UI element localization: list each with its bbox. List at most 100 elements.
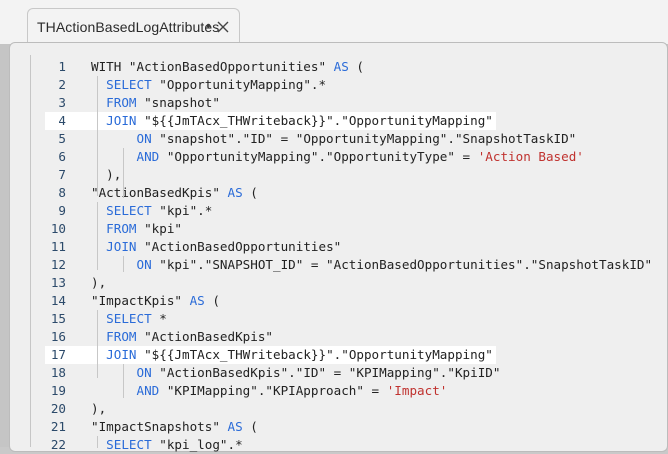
highlighted-code-line: 17 JOIN "${{JmTAcx_THWriteback}}"."Oppor…	[45, 346, 496, 364]
indent-guide	[97, 202, 98, 270]
code-token: ),	[91, 401, 107, 416]
code-token: "ActionBasedKpis"	[136, 329, 273, 344]
sql-keyword: AS	[227, 419, 243, 434]
code-token: (	[242, 185, 258, 200]
code-line: 19 AND "KPIMapping"."KPIApproach" = 'Imp…	[0, 382, 668, 400]
code-text: "ImpactKpis" AS (	[91, 292, 220, 310]
line-number: 5	[58, 131, 66, 146]
code-text: SELECT "kpi".*	[91, 202, 212, 220]
string-literal: 'Action Based'	[477, 149, 584, 164]
code-text: AND "KPIMapping"."KPIApproach" = 'Impact…	[91, 382, 448, 400]
close-icon[interactable]	[216, 20, 230, 34]
code-text: ON "ActionBasedKpis"."ID" = "KPIMapping"…	[91, 364, 501, 382]
line-number: 13	[50, 275, 66, 290]
sql-keyword: AS	[333, 59, 349, 74]
code-text: ON "snapshot"."ID" = "OpportunityMapping…	[91, 130, 577, 148]
line-number: 9	[58, 203, 66, 218]
sql-keyword: AS	[189, 293, 205, 308]
sql-keyword: JOIN	[106, 347, 137, 362]
code-line: 22 SELECT "kpi_log".*	[0, 436, 668, 454]
code-line: 14 "ImpactKpis" AS (	[0, 292, 668, 310]
indent-guide	[123, 148, 124, 198]
code-line: 10 FROM "kpi"	[0, 220, 668, 238]
code-text: WITH "ActionBasedOpportunities" AS (	[91, 58, 364, 76]
code-token: "ActionBasedOpportunities"	[136, 239, 342, 254]
code-text: FROM "snapshot"	[91, 94, 220, 112]
code-line: 13),	[0, 274, 668, 292]
code-token: "kpi".*	[151, 203, 213, 218]
code-text: JOIN "${{JmTAcx_THWriteback}}"."Opportun…	[91, 112, 493, 130]
string-literal: 'Impact'	[386, 383, 448, 398]
code-text: "ActionBasedKpis" AS (	[91, 184, 258, 202]
tab-title: THActionBasedLogAttributes	[37, 19, 220, 35]
line-number: 4	[58, 113, 66, 128]
sql-keyword: AND	[136, 383, 160, 398]
code-text: AND "OpportunityMapping"."OpportunityTyp…	[91, 148, 584, 166]
code-token: "${{JmTAcx_THWriteback}}"."OpportunityMa…	[136, 113, 493, 128]
line-number: 21	[50, 419, 66, 434]
code-text: ),	[91, 400, 106, 418]
line-number: 2	[58, 77, 66, 92]
code-line: 2 SELECT "OpportunityMapping".*	[0, 76, 668, 94]
code-text: "ImpactSnapshots" AS (	[91, 418, 258, 436]
indent-guide	[97, 436, 98, 448]
unsaved-indicator: •	[206, 17, 211, 33]
code-token: "OpportunityMapping"."OpportunityType" =	[159, 149, 478, 164]
code-token: "ImpactKpis"	[91, 293, 190, 308]
sql-keyword: ON	[136, 131, 152, 146]
line-number: 15	[50, 311, 66, 326]
code-token: "kpi"."SNAPSHOT_ID" = "ActionBasedOpport…	[151, 257, 653, 272]
code-line: 6 AND "OpportunityMapping"."OpportunityT…	[0, 148, 668, 166]
indent-guide	[97, 310, 98, 378]
code-token: "ImpactSnapshots"	[91, 419, 228, 434]
editor-tab[interactable]: THActionBasedLogAttributes •	[27, 8, 240, 46]
code-line: 3 FROM "snapshot"	[0, 94, 668, 112]
line-number: 8	[58, 185, 66, 200]
sql-keyword: FROM	[106, 221, 137, 236]
line-number: 20	[50, 401, 66, 416]
sql-keyword: SELECT	[106, 203, 152, 218]
highlighted-code-line: 4 JOIN "${{JmTAcx_THWriteback}}"."Opport…	[45, 112, 496, 130]
code-text: SELECT "OpportunityMapping".*	[91, 76, 326, 94]
code-text: FROM "ActionBasedKpis"	[91, 328, 273, 346]
sql-keyword: SELECT	[106, 311, 152, 326]
code-token: "ActionBasedKpis"."ID" = "KPIMapping"."K…	[151, 365, 501, 380]
line-number: 1	[58, 59, 66, 74]
code-token: (	[242, 419, 258, 434]
code-token: "kpi"	[136, 221, 183, 236]
line-number: 19	[50, 383, 66, 398]
line-number: 14	[50, 293, 66, 308]
code-text: JOIN "${{JmTAcx_THWriteback}}"."Opportun…	[91, 346, 493, 364]
sql-keyword: JOIN	[106, 113, 137, 128]
sql-keyword: AS	[227, 185, 243, 200]
line-number: 6	[58, 149, 66, 164]
code-line: 8 "ActionBasedKpis" AS (	[0, 184, 668, 202]
code-text: ),	[91, 274, 106, 292]
code-line: 18 ON "ActionBasedKpis"."ID" = "KPIMappi…	[0, 364, 668, 382]
code-line: 11 JOIN "ActionBasedOpportunities"	[0, 238, 668, 256]
code-line: 7 ),	[0, 166, 668, 184]
indent-guide	[97, 76, 98, 196]
line-number: 18	[50, 365, 66, 380]
code-token: (	[204, 293, 220, 308]
code-token: WITH "ActionBasedOpportunities"	[91, 59, 334, 74]
code-token: ),	[91, 275, 107, 290]
sql-keyword: SELECT	[106, 437, 152, 452]
tab-bar: THActionBasedLogAttributes •	[0, 0, 668, 46]
code-text: SELECT "kpi_log".*	[91, 436, 243, 454]
sql-keyword: JOIN	[106, 239, 137, 254]
line-number: 17	[50, 347, 66, 362]
code-line: 5 ON "snapshot"."ID" = "OpportunityMappi…	[0, 130, 668, 148]
sql-keyword: SELECT	[106, 77, 152, 92]
code-line: 9 SELECT "kpi".*	[0, 202, 668, 220]
